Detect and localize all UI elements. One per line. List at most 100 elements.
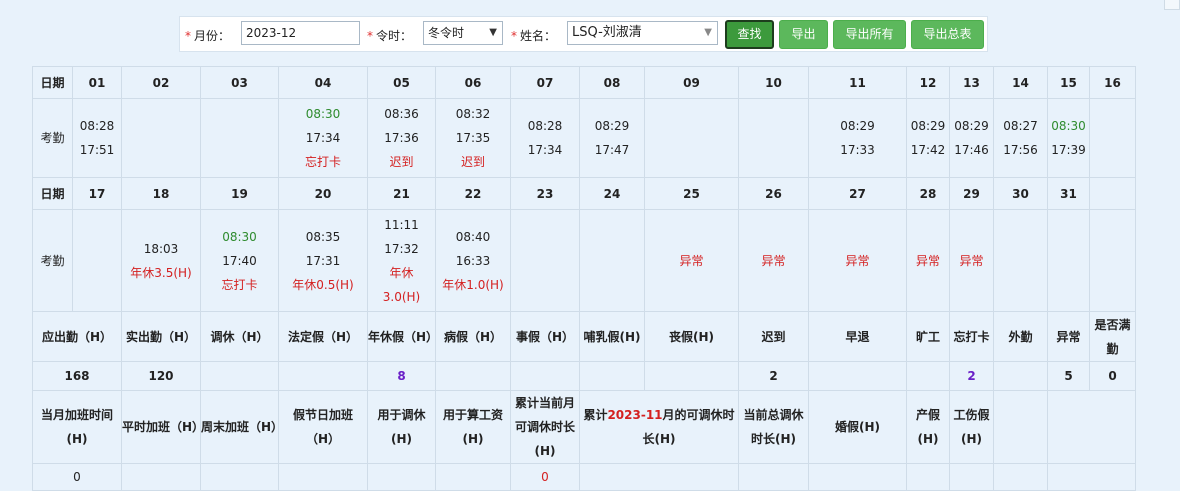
summary-value: 2 [949, 361, 994, 391]
overtime-header [993, 390, 1048, 464]
attendance-entry: 17:47 [594, 143, 630, 157]
summary-value [435, 361, 511, 391]
attendance-cell: 08:36 17:36 迟到 [367, 98, 436, 178]
name-label: * 姓名： [511, 29, 557, 43]
attendance-entry: 08:29 [954, 119, 989, 133]
attendance-entry: 3.0(H) [382, 289, 421, 304]
attendance-entry: 17:34 [305, 131, 341, 145]
season-select[interactable]: 冬令时 ▼ [423, 21, 503, 45]
export-summary-button[interactable]: 导出总表 [911, 20, 984, 49]
export-button[interactable]: 导出 [779, 20, 828, 49]
attendance-entry: 异常 [761, 253, 786, 268]
attendance-entry: 年休3.5(H) [130, 265, 192, 280]
day-number: 20 [278, 177, 368, 210]
month-label: * 月份： [185, 29, 231, 43]
overtime-header: 假节日加班（H） [278, 390, 368, 464]
attendance-cell: 08:30 17:39 [1047, 98, 1090, 178]
overtime-header: 产假(H) [906, 390, 950, 464]
attendance-cell [738, 98, 809, 178]
overtime-value [808, 463, 907, 491]
day-number: 03 [200, 66, 279, 99]
attendance-cell: 18:03 年休3.5(H) [121, 209, 201, 312]
attendance-entry: 异常 [959, 253, 984, 268]
overtime-value [1047, 463, 1136, 491]
day-number: 11 [808, 66, 907, 99]
attendance-entry: 17:39 [1051, 143, 1086, 157]
summary-value [579, 361, 645, 391]
attendance-table: 日期 01 02 03 04 05 06 07 08 09 10 11 12 13 14 15 16 考勤 08:2… [32, 66, 1136, 491]
day-number: 21 [367, 177, 436, 210]
season-label: * 令时： [367, 29, 413, 43]
month-input[interactable]: 2023-12 [241, 21, 360, 45]
day-number [1089, 177, 1136, 210]
summary-header: 异常 [1047, 311, 1090, 362]
day-number: 19 [200, 177, 279, 210]
attendance-entry: 08:28 [79, 119, 115, 133]
overtime-value [738, 463, 809, 491]
attendance-cell: 08:29 17:46 [949, 98, 994, 178]
date-row-label: 日期 [32, 177, 73, 210]
attendance-entry: 17:51 [79, 143, 115, 157]
day-number: 08 [579, 66, 645, 99]
day-number: 16 [1089, 66, 1136, 99]
attendance-entry: 迟到 [460, 155, 485, 169]
summary-value [200, 361, 279, 391]
attendance-cell: 08:29 17:33 [808, 98, 907, 178]
summary-header: 哺乳假(H) [579, 311, 645, 362]
attendance-cell: 异常 [906, 209, 950, 312]
summary-value [510, 361, 580, 391]
chevron-down-icon: ▼ [489, 27, 497, 38]
attendance-entry: 17:46 [954, 143, 989, 157]
attendance-cell [993, 209, 1048, 312]
chevron-down-icon: ▼ [704, 27, 712, 38]
attendance-cell [1089, 209, 1136, 312]
attendance-cell: 异常 [644, 209, 739, 312]
export-all-button[interactable]: 导出所有 [833, 20, 906, 49]
attendance-entry: 年休0.5(H) [292, 277, 354, 292]
summary-header: 忘打卡 [949, 311, 994, 362]
summary-header: 丧假(H) [644, 311, 739, 362]
overtime-value [906, 463, 950, 491]
attendance-cell: 08:30 17:34 忘打卡 [278, 98, 368, 178]
attendance-entry: 忘打卡 [221, 277, 258, 292]
name-select[interactable]: LSQ-刘淑清 ▼ [567, 21, 718, 45]
overtime-header: 累计2023-11月的可调休时长(H) [579, 390, 739, 464]
summary-value [278, 361, 368, 391]
day-number: 25 [644, 177, 739, 210]
attendance-cell: 08:35 17:31 年休0.5(H) [278, 209, 368, 312]
attendance-cell [72, 209, 122, 312]
attendance-cell: 08:28 17:51 [72, 98, 122, 178]
overtime-header: 婚假(H) [808, 390, 907, 464]
attendance-entry: 异常 [679, 253, 704, 268]
summary-header: 旷工 [906, 311, 950, 362]
summary-value: 0 [1089, 361, 1136, 391]
attendance-cell: 11:11 17:32 年休 3.0(H) [367, 209, 436, 312]
day-number: 24 [579, 177, 645, 210]
attendance-cell: 08:30 17:40 忘打卡 [200, 209, 279, 312]
summary-header: 迟到 [738, 311, 809, 362]
attendance-entry: 08:30 [1051, 119, 1086, 133]
attendance-entry: 年休1.0(H) [442, 277, 504, 292]
summary-value [808, 361, 907, 391]
day-number: 13 [949, 66, 994, 99]
overtime-value [278, 463, 368, 491]
day-number: 18 [121, 177, 201, 210]
window-scroll-handle[interactable] [1164, 0, 1180, 10]
attendance-entry: 异常 [845, 253, 870, 268]
summary-value: 5 [1047, 361, 1090, 391]
attendance-entry: 17:34 [527, 143, 563, 157]
overtime-header: 当月加班时间(H) [32, 390, 122, 464]
attendance-entry: 17:56 [1003, 143, 1038, 157]
attendance-entry: 17:36 [384, 131, 419, 145]
summary-value [644, 361, 739, 391]
summary-header: 年休假（H） [367, 311, 436, 362]
overtime-header: 当前总调休时长(H) [738, 390, 809, 464]
attendance-entry: 17:32 [384, 241, 419, 256]
attendance-entry: 18:03 [143, 241, 179, 256]
attendance-cell [1047, 209, 1090, 312]
day-number: 17 [72, 177, 122, 210]
attendance-entry: 17:40 [222, 253, 257, 268]
search-button[interactable]: 查找 [725, 20, 774, 49]
day-number: 04 [278, 66, 368, 99]
day-number: 02 [121, 66, 201, 99]
